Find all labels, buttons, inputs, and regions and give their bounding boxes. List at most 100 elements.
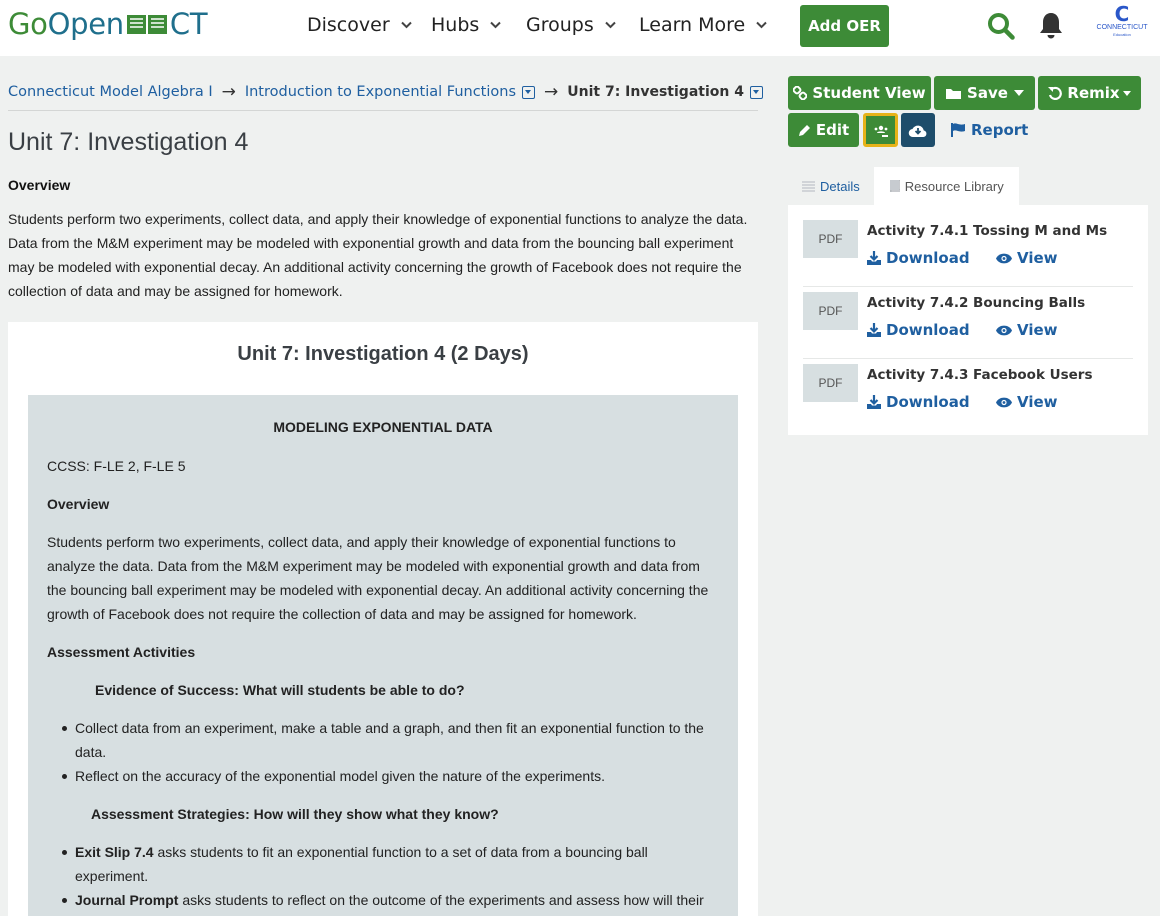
- view-button[interactable]: View: [996, 249, 1058, 267]
- report-label: Report: [971, 121, 1029, 139]
- chevron-down-icon: [1122, 90, 1131, 96]
- sidebar-tabs: Details Resource Library: [788, 167, 1019, 205]
- nav-groups-label: Groups: [526, 14, 594, 36]
- book-icon: [126, 15, 167, 34]
- chevron-down-icon: [756, 21, 767, 29]
- book-tab-icon: [889, 180, 900, 192]
- search-icon[interactable]: [987, 12, 1015, 40]
- breadcrumb-dropdown-toggle[interactable]: [522, 85, 536, 99]
- divider: [8, 110, 758, 111]
- tab-resource-library[interactable]: Resource Library: [873, 167, 1019, 205]
- doc-overview-label: Overview: [47, 496, 110, 512]
- top-navbar: Go Open CT Discover Hubs Groups Learn Mor…: [0, 0, 1160, 56]
- remix-button[interactable]: Remix: [1038, 76, 1141, 110]
- nav-groups[interactable]: Groups: [526, 14, 616, 36]
- nav-hubs-label: Hubs: [431, 14, 480, 36]
- resource-item: PDF Activity 7.4.1 Tossing M and Ms Down…: [803, 220, 1133, 276]
- eye-icon: [996, 325, 1012, 335]
- download-icon: [867, 251, 881, 265]
- document-heading: MODELING EXPONENTIAL DATA: [273, 419, 493, 435]
- strategy-bold: Journal Prompt: [75, 892, 179, 908]
- report-link[interactable]: Report: [951, 121, 1028, 139]
- remix-label: Remix: [1067, 84, 1120, 102]
- overview-label: Overview: [8, 177, 71, 193]
- pdf-thumbnail[interactable]: PDF: [803, 292, 858, 330]
- google-classroom-icon: [874, 125, 888, 137]
- avatar-name: CONNECTICUT: [1096, 24, 1148, 31]
- edit-button[interactable]: Edit: [788, 113, 859, 147]
- tab-details[interactable]: Details: [788, 167, 874, 205]
- download-label: Download: [886, 249, 970, 267]
- download-label: Download: [886, 393, 970, 411]
- add-oer-button[interactable]: Add OER: [800, 5, 889, 47]
- download-icon: [867, 395, 881, 409]
- view-label: View: [1017, 393, 1058, 411]
- save-label: Save: [967, 84, 1008, 102]
- evidence-bullet: Reflect on the accuracy of the exponenti…: [62, 764, 725, 788]
- evidence-heading: Evidence of Success: What will students …: [95, 682, 465, 698]
- logo-open-text: Open: [47, 7, 125, 41]
- tab-resource-library-label: Resource Library: [904, 178, 1004, 194]
- ccss-text: CCSS: F-LE 2, F-LE 5: [47, 458, 186, 474]
- document-title: Unit 7: Investigation 4 (2 Days): [237, 343, 529, 365]
- flag-icon: [951, 123, 965, 137]
- strategies-heading: Assessment Strategies: How will they sho…: [91, 806, 499, 822]
- strategy-bullet: Exit Slip 7.4 asks students to fit an ex…: [62, 840, 725, 888]
- evidence-bullet-line: data.: [75, 744, 107, 760]
- download-button[interactable]: Download: [867, 249, 970, 267]
- download-label: Download: [886, 321, 970, 339]
- google-classroom-button[interactable]: [863, 113, 898, 147]
- view-label: View: [1017, 249, 1058, 267]
- breadcrumb-arrow: →: [544, 82, 559, 102]
- overview-text: Students perform two experiments, collec…: [8, 211, 748, 299]
- breadcrumb-unit-link[interactable]: Introduction to Exponential Functions: [245, 82, 516, 102]
- strategy-bullet: Journal Prompt asks students to reflect …: [62, 888, 725, 912]
- download-button[interactable]: Download: [867, 393, 970, 411]
- divider: [803, 358, 1133, 359]
- goopenct-logo[interactable]: Go Open CT: [8, 6, 208, 42]
- resource-item: PDF Activity 7.4.2 Bouncing Balls Downlo…: [803, 292, 1133, 348]
- page-title: Unit 7: Investigation 4: [8, 128, 249, 156]
- evidence-bullet: Collect data from an experiment, make a …: [62, 716, 725, 764]
- breadcrumb-course-link[interactable]: Connecticut Model Algebra I: [8, 82, 213, 102]
- nav-hubs[interactable]: Hubs: [431, 14, 502, 36]
- save-button[interactable]: Save: [934, 76, 1035, 110]
- strategy-text: experiment.: [75, 868, 149, 884]
- strategy-bold: Exit Slip 7.4: [75, 844, 154, 860]
- download-button[interactable]: Download: [867, 321, 970, 339]
- link-icon: [793, 86, 808, 100]
- resource-name: Activity 7.4.2 Bouncing Balls: [867, 295, 1086, 311]
- doc-overview-line: the bouncing ball experiment may be mode…: [47, 582, 709, 598]
- avatar-sub: Education: [1113, 32, 1131, 37]
- student-view-label: Student View: [812, 84, 926, 102]
- chevron-down-icon: [400, 21, 412, 29]
- pdf-thumbnail[interactable]: PDF: [803, 364, 858, 402]
- view-button[interactable]: View: [996, 321, 1058, 339]
- doc-overview-line: analyze the data. Data from the M&M expe…: [47, 558, 700, 574]
- user-avatar[interactable]: C CONNECTICUT Education: [1096, 4, 1148, 44]
- breadcrumb-dropdown-toggle[interactable]: [749, 85, 763, 99]
- view-button[interactable]: View: [996, 393, 1058, 411]
- doc-overview-line: growth of Facebook does not require the …: [47, 606, 637, 622]
- folder-icon: [946, 88, 962, 99]
- bell-icon[interactable]: [1038, 11, 1064, 41]
- resource-name: Activity 7.4.3 Facebook Users: [867, 367, 1093, 383]
- breadcrumb: Connecticut Model Algebra I → Introducti…: [8, 82, 763, 102]
- resource-item: PDF Activity 7.4.3 Facebook Users Downlo…: [803, 364, 1133, 420]
- logo-go-text: Go: [8, 7, 48, 41]
- strategy-text: asks students to fit an exponential func…: [153, 844, 648, 860]
- nav-discover[interactable]: Discover: [307, 14, 412, 36]
- download-all-button[interactable]: [901, 113, 935, 147]
- nav-learn-more[interactable]: Learn More: [639, 14, 767, 36]
- pencil-icon: [798, 124, 810, 136]
- student-view-button[interactable]: Student View: [788, 76, 931, 110]
- logo-ct-text: CT: [169, 7, 208, 41]
- assessment-label: Assessment Activities: [47, 644, 196, 660]
- eye-icon: [996, 253, 1012, 263]
- breadcrumb-current: Unit 7: Investigation 4: [567, 84, 744, 100]
- divider: [803, 286, 1133, 287]
- pdf-thumbnail[interactable]: PDF: [803, 220, 858, 258]
- evidence-bullet-line: Collect data from an experiment, make a …: [75, 720, 704, 736]
- chevron-down-icon: [1013, 90, 1024, 96]
- strategy-text: asks students to reflect on the outcome …: [178, 892, 704, 908]
